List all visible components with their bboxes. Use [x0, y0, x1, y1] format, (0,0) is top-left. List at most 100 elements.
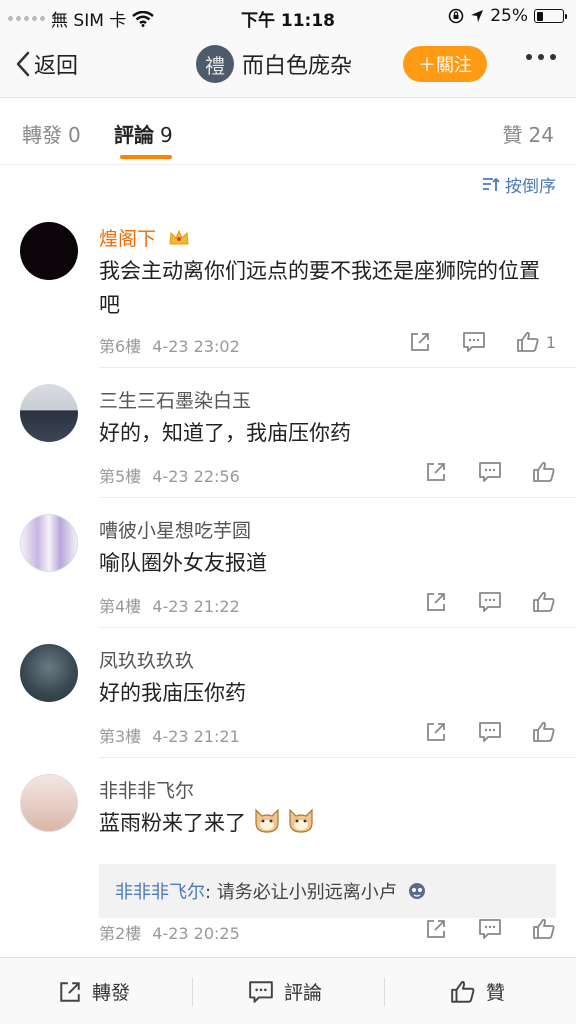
sort-button[interactable]: 按倒序 [482, 172, 556, 197]
divider [99, 367, 576, 368]
comment-time: 4-23 21:21 [152, 727, 240, 746]
reply-preview[interactable]: 非非非飞尔: 请务必让小别远离小卢 [99, 864, 556, 918]
tab-comments[interactable]: 評論 9 [114, 119, 173, 148]
cat-emoji-icon [255, 808, 279, 833]
sort-icon [483, 177, 500, 191]
divider [384, 978, 385, 1006]
comment-icon[interactable] [478, 460, 502, 484]
comment-actions [394, 720, 556, 744]
comment-icon[interactable] [478, 590, 502, 614]
tab-count: 24 [528, 123, 554, 147]
like-icon[interactable] [532, 460, 556, 484]
back-button[interactable]: 返回 [16, 48, 78, 80]
comment-icon[interactable] [478, 917, 502, 941]
page-title: 而白色庞杂 [242, 54, 353, 79]
more-options-icon[interactable] [526, 54, 556, 60]
comment-meta: 第5樓 4-23 22:56 [99, 463, 240, 487]
floor-label: 第4樓 [99, 597, 142, 616]
floor-label: 第5樓 [99, 467, 142, 486]
like-button[interactable]: 贊 [450, 978, 505, 1005]
comment-item: 非非非飞尔 蓝雨粉来了来了 非非非飞尔: 请务必让小别远离小卢 第2樓 4-23… [0, 774, 576, 954]
status-bar: 無 SIM 卡 下午 11:18 25% [0, 0, 576, 32]
tab-bar: 轉發 0 評論 9 贊 24 [0, 99, 576, 165]
tab-label: 贊 [502, 123, 523, 147]
divider [99, 757, 576, 758]
comment-text: 蓝雨粉来了来了 [99, 806, 559, 840]
active-tab-indicator [120, 155, 172, 159]
tab-reposts[interactable]: 轉發 0 [22, 119, 81, 148]
like-icon[interactable]: 1 [516, 330, 556, 354]
divider [99, 497, 576, 498]
nav-bar: 返回 禮 而白色庞杂 ＋關注 [0, 32, 576, 98]
cat-emoji-icon [289, 808, 313, 833]
comment-item: 嘈彼小星想吃芋圆 喻队圈外女友报道 第4樓 4-23 21:22 [0, 514, 576, 628]
avatar[interactable] [20, 514, 78, 572]
divider [192, 978, 193, 1006]
post-author[interactable]: 禮 而白色庞杂 [196, 45, 352, 83]
status-right: 25% [448, 6, 567, 26]
tab-count: 9 [160, 123, 173, 147]
comment-actions [394, 917, 556, 941]
reply-text: 请务必让小别远离小卢 [216, 882, 397, 903]
comment-username[interactable]: 嘈彼小星想吃芋圆 [99, 516, 251, 543]
comment-icon [249, 980, 273, 1003]
comment-text: 我会主动离你们远点的要不我还是座狮院的位置吧 [99, 259, 540, 317]
comment-text: 好的我庙压你药 [99, 681, 246, 705]
comment-meta: 第3樓 4-23 21:21 [99, 723, 240, 747]
sort-label: 按倒序 [505, 177, 556, 197]
comment-label: 評論 [284, 982, 323, 1004]
rotation-lock-icon [448, 8, 464, 24]
share-icon[interactable] [424, 460, 448, 484]
avatar[interactable] [20, 384, 78, 442]
comment-username[interactable]: 凤玖玖玖玖 [99, 646, 194, 673]
comment-icon[interactable] [462, 330, 486, 354]
back-label: 返回 [34, 54, 79, 79]
comment-username[interactable]: 三生三石墨染白玉 [99, 386, 251, 413]
avatar[interactable] [20, 644, 78, 702]
reply-separator: : [205, 882, 217, 903]
comment-username[interactable]: 非非非飞尔 [99, 776, 194, 803]
share-icon[interactable] [424, 590, 448, 614]
comment-button[interactable]: 評論 [248, 978, 322, 1005]
avatar[interactable] [20, 222, 78, 280]
comment-item: 凤玖玖玖玖 好的我庙压你药 第3樓 4-23 21:21 [0, 644, 576, 758]
floor-label: 第3樓 [99, 727, 142, 746]
comment-time: 4-23 21:22 [152, 597, 240, 616]
comment-time: 4-23 22:56 [152, 467, 240, 486]
floor-label: 第2樓 [99, 924, 142, 943]
sort-row: 按倒序 [0, 165, 576, 203]
avatar[interactable]: 禮 [196, 45, 234, 83]
tab-label: 評論 [114, 123, 154, 147]
like-icon[interactable] [532, 917, 556, 941]
repost-label: 轉發 [92, 982, 131, 1004]
chevron-left-icon [16, 51, 30, 77]
share-icon[interactable] [424, 720, 448, 744]
share-icon[interactable] [408, 330, 432, 354]
like-icon[interactable] [532, 720, 556, 744]
comment-username[interactable]: 煌阁下 [99, 224, 190, 251]
repost-button[interactable]: 轉發 [58, 978, 130, 1005]
comment-item: 三生三石墨染白玉 好的，知道了，我庙压你药 第5樓 4-23 22:56 [0, 384, 576, 498]
divider [99, 627, 576, 628]
username-text: 煌阁下 [99, 228, 157, 250]
battery-icon [534, 9, 567, 23]
comment-actions [394, 460, 556, 484]
reply-username[interactable]: 非非非飞尔 [115, 882, 205, 903]
follow-button[interactable]: ＋關注 [403, 46, 487, 82]
comment-text: 喻队圈外女友报道 [99, 551, 267, 575]
floor-label: 第6樓 [99, 337, 142, 356]
comment-item: 煌阁下 我会主动离你们远点的要不我还是座狮院的位置吧 第6樓 4-23 23:0… [0, 222, 576, 368]
like-icon[interactable] [532, 590, 556, 614]
battery-percent: 25% [490, 6, 528, 26]
tab-likes[interactable]: 贊 24 [503, 119, 554, 148]
comment-icon[interactable] [478, 720, 502, 744]
like-label: 贊 [486, 982, 506, 1004]
emoji-icon [408, 883, 425, 899]
comment-actions [394, 590, 556, 614]
comment-actions: 1 [378, 330, 556, 354]
tab-count: 0 [68, 123, 81, 147]
avatar[interactable] [20, 774, 78, 832]
share-icon[interactable] [424, 917, 448, 941]
comment-text-content: 蓝雨粉来了来了 [99, 811, 246, 835]
like-count: 1 [545, 332, 556, 352]
